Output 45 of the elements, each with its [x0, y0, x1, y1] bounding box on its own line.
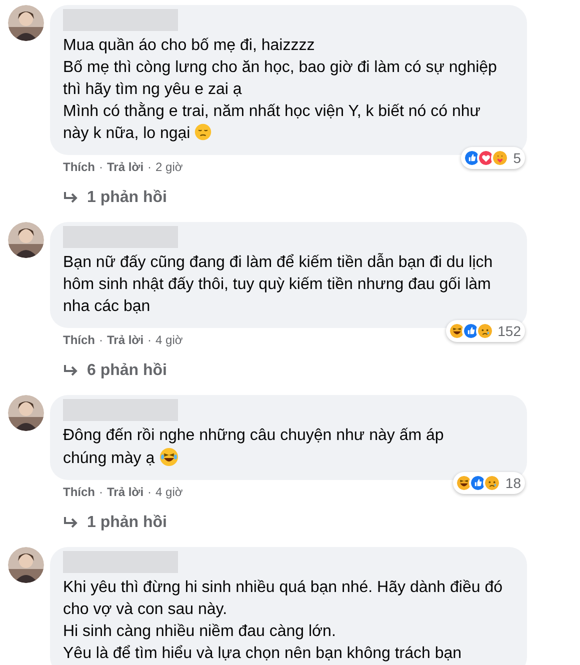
comment-text: Bố mẹ thì còng lưng cho ăn học, bao giờ đi làm có sự nghiệp thì hãy tìm ng yêu e zai ạ	[63, 58, 498, 100]
view-replies-link[interactable]: 1 phản hồi	[50, 513, 527, 533]
laughing-face-icon	[158, 447, 179, 467]
sad-face-icon	[476, 322, 494, 340]
action-link[interactable]: Thích	[63, 158, 95, 176]
comment-text: Đông đến rồi nghe những câu chuyện như này ấm áp	[63, 426, 445, 446]
reaction-summary[interactable]: 5	[461, 147, 525, 169]
separator-dot: ·	[99, 332, 103, 349]
reaction-count: 152	[498, 322, 521, 340]
reaction-summary[interactable]: 18	[453, 472, 525, 494]
reply-arrow-icon	[63, 516, 79, 530]
comment-text: Bạn nữ đấy cũng đang đi làm để kiếm tiền dẫn bạn đi du lịch hôm sinh nhật đấy thôi, tuy quỳ kiếm tiền nhưng đau gối làm nha các bạn	[63, 252, 494, 317]
action-link[interactable]: Trả lời	[107, 483, 144, 501]
view-replies-link[interactable]: 6 phản hồi	[50, 361, 527, 381]
avatar	[8, 5, 44, 41]
sad-face-icon	[194, 123, 212, 141]
view-replies-link[interactable]: 1 phản hồi	[50, 188, 527, 208]
reply-arrow-icon	[63, 364, 79, 378]
avatar	[8, 395, 44, 431]
action-link[interactable]: Trả lời	[107, 158, 144, 176]
reply-arrow-icon	[63, 191, 79, 205]
comment-text: chúng mày ạ	[63, 447, 503, 470]
reaction-count: 18	[505, 474, 521, 492]
avatar	[8, 547, 44, 583]
reaction-summary[interactable]: 152	[446, 320, 525, 342]
reaction-count: 5	[513, 148, 521, 168]
comment-text: Hi sinh càng nhiều niềm đau càng lớn.	[63, 622, 337, 642]
avatar	[8, 222, 44, 258]
action-link[interactable]: Thích	[63, 483, 95, 501]
separator-dot: ·	[99, 159, 103, 176]
timestamp: 4 giờ	[156, 484, 183, 501]
comment-text: Mình có thằng e trai, năm nhất học viện Y, k biết nó có như này k nữa, lo ngại	[63, 101, 482, 144]
separator-dot: ·	[148, 484, 152, 501]
timestamp: 2 giờ	[156, 159, 183, 176]
comment-text: Khi yêu thì đừng hi sinh nhiều quá bạn nhé. Hãy dành điều đó cho vợ và con sau này.	[63, 578, 503, 620]
hugging-face-icon	[491, 149, 510, 167]
separator-dot: ·	[148, 159, 152, 176]
comment-text: Mua quần áo cho bố mẹ đi, haizzzz	[63, 36, 316, 56]
action-link[interactable]: Trả lời	[107, 331, 144, 349]
comment-text: Yêu là để tìm hiểu và lựa chọn nên bạn không trách bạn	[63, 644, 463, 664]
separator-dot: ·	[99, 484, 103, 501]
timestamp: 4 giờ	[156, 332, 183, 349]
separator-dot: ·	[148, 332, 152, 349]
sad-face-icon	[483, 474, 502, 492]
action-link[interactable]: Thích	[63, 331, 95, 349]
